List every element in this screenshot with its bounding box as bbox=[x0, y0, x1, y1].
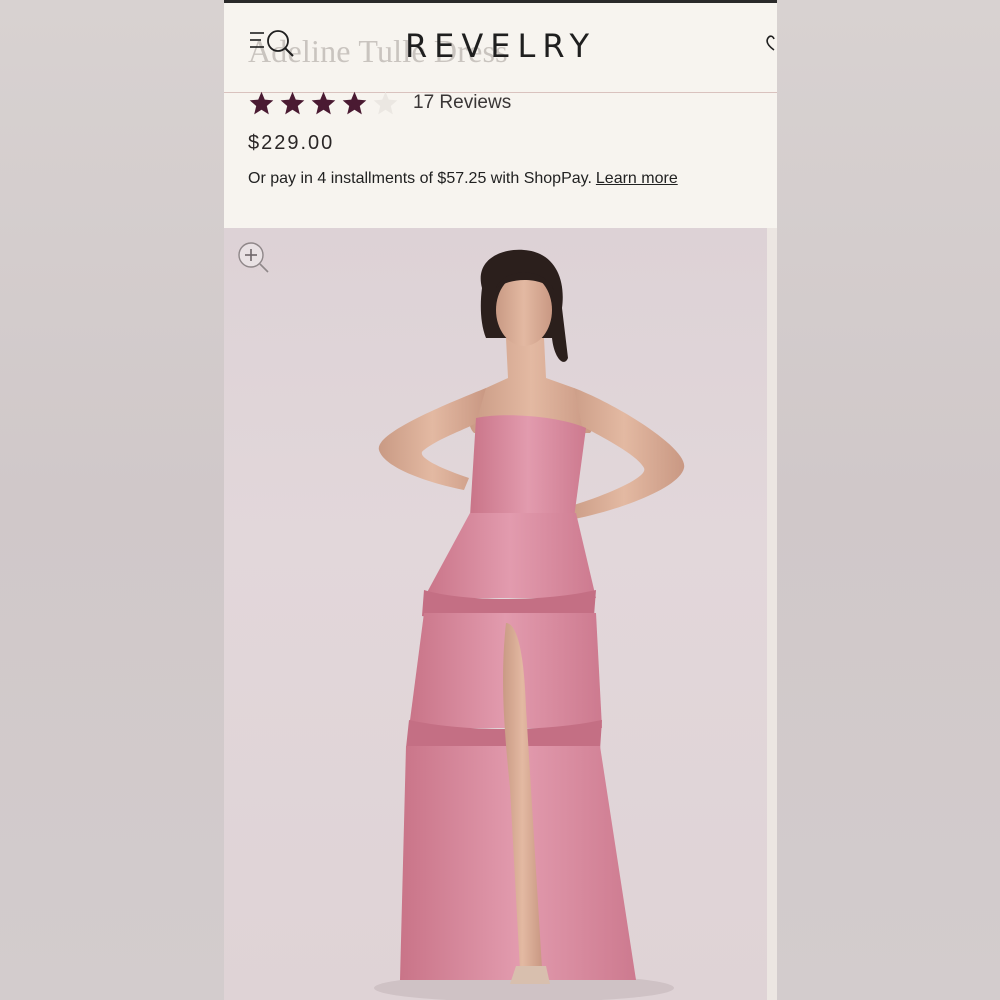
price: $229.00 bbox=[248, 132, 335, 154]
image-carousel-edge bbox=[767, 228, 777, 1000]
star-filled-icon bbox=[342, 91, 367, 114]
learn-more-link[interactable]: Learn more bbox=[596, 170, 678, 187]
star-filled-icon bbox=[249, 91, 274, 114]
site-header: Adeline Tulle Dress REVELRY bbox=[224, 3, 777, 93]
rating-stars bbox=[248, 90, 403, 117]
review-count[interactable]: 17 Reviews bbox=[413, 92, 511, 114]
product-page: Adeline Tulle Dress REVELRY 17 Reviews $… bbox=[224, 0, 777, 1000]
background-right bbox=[777, 0, 1000, 1000]
brand-logo[interactable]: REVELRY bbox=[224, 27, 777, 65]
star-empty-icon bbox=[373, 91, 398, 114]
star-filled-icon bbox=[280, 91, 305, 114]
product-image[interactable] bbox=[224, 228, 767, 1000]
zoom-in-icon[interactable] bbox=[236, 240, 272, 276]
installments-label: Or pay in 4 installments of $57.25 with … bbox=[248, 170, 592, 187]
installments-text: Or pay in 4 installments of $57.25 with … bbox=[248, 170, 678, 188]
heart-icon[interactable] bbox=[765, 33, 777, 55]
rating-row[interactable]: 17 Reviews bbox=[248, 88, 511, 118]
model-photo bbox=[374, 249, 685, 1000]
star-filled-icon bbox=[311, 91, 336, 114]
background-left bbox=[0, 0, 224, 1000]
